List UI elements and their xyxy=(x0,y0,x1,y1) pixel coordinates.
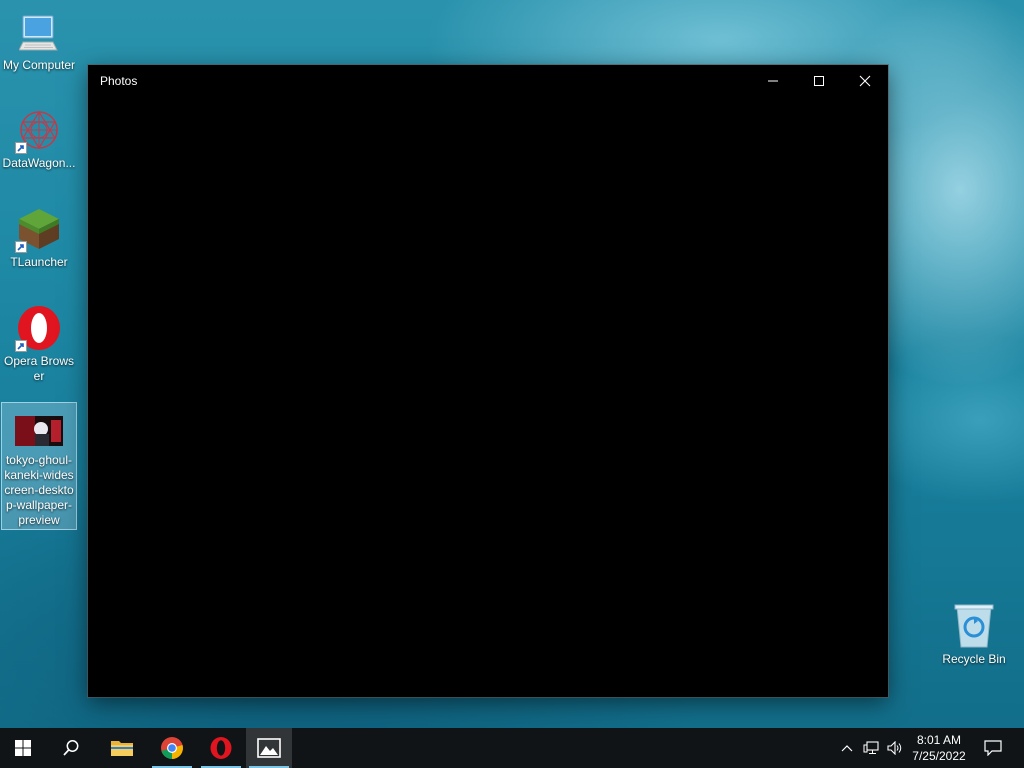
taskbar: 8:01 AM 7/25/2022 xyxy=(0,728,1024,768)
notification-icon xyxy=(984,740,1002,756)
network-icon xyxy=(863,741,879,754)
start-button[interactable] xyxy=(0,728,46,768)
photos-icon xyxy=(257,738,281,758)
desktop-icon-label: My Computer xyxy=(2,58,76,72)
close-icon xyxy=(859,75,871,87)
speaker-icon xyxy=(887,741,902,755)
windows-logo-icon xyxy=(15,740,31,756)
shortcut-arrow-icon xyxy=(15,241,27,253)
desktop-icon-label: tokyo-ghoul-kaneki-widescreen-desktop-wa… xyxy=(4,453,74,527)
desktop-icon-label: Recycle Bin xyxy=(942,652,1006,666)
window-titlebar[interactable]: Photos xyxy=(88,65,888,97)
show-hidden-icons-button[interactable] xyxy=(836,728,858,768)
desktop-icon-label: DataWagon... xyxy=(2,156,76,170)
maximize-button[interactable] xyxy=(796,65,842,97)
desktop-icon-wallpaper-file[interactable]: tokyo-ghoul-kaneki-widescreen-desktop-wa… xyxy=(1,402,77,530)
opera-taskbar-button[interactable] xyxy=(198,728,244,768)
desktop-icon-datawagon[interactable]: DataWagon... xyxy=(1,106,77,171)
datawagon-icon xyxy=(15,106,63,154)
shortcut-arrow-icon xyxy=(15,340,27,352)
photos-taskbar-button[interactable] xyxy=(246,728,292,768)
folder-icon xyxy=(111,741,133,756)
chrome-button[interactable] xyxy=(149,728,195,768)
photos-window[interactable]: Photos xyxy=(88,65,888,697)
network-tray-button[interactable] xyxy=(860,728,882,768)
minimize-icon xyxy=(768,80,778,82)
clock[interactable]: 8:01 AM 7/25/2022 xyxy=(904,732,974,764)
desktop-icon-opera[interactable]: Opera Browser xyxy=(1,304,77,384)
tlauncher-icon xyxy=(15,205,63,253)
chevron-up-icon xyxy=(841,745,853,752)
clock-date: 7/25/2022 xyxy=(912,749,966,763)
desktop-icon-recycle-bin[interactable]: Recycle Bin xyxy=(936,602,1012,667)
shortcut-arrow-icon xyxy=(15,142,27,154)
maximize-icon xyxy=(814,76,824,86)
photo-viewer-area[interactable] xyxy=(88,97,888,697)
recycle-bin-icon xyxy=(950,602,998,650)
computer-icon xyxy=(15,8,63,56)
chrome-icon xyxy=(161,737,183,759)
search-button[interactable] xyxy=(48,728,94,768)
window-title: Photos xyxy=(100,74,138,88)
desktop-icon-label: TLauncher xyxy=(10,255,68,269)
notifications-button[interactable] xyxy=(970,728,1016,768)
clock-time: 8:01 AM xyxy=(916,733,962,747)
opera-icon xyxy=(210,737,232,759)
desktop-icon-label: Opera Browser xyxy=(3,354,75,383)
file-explorer-button[interactable] xyxy=(99,728,145,768)
search-icon xyxy=(63,740,79,756)
volume-tray-button[interactable] xyxy=(884,728,906,768)
desktop-icon-my-computer[interactable]: My Computer xyxy=(1,8,77,73)
opera-icon xyxy=(15,304,63,352)
image-file-icon xyxy=(15,411,63,451)
close-button[interactable] xyxy=(842,65,888,97)
desktop-icon-tlauncher[interactable]: TLauncher xyxy=(1,205,77,270)
minimize-button[interactable] xyxy=(750,65,796,97)
